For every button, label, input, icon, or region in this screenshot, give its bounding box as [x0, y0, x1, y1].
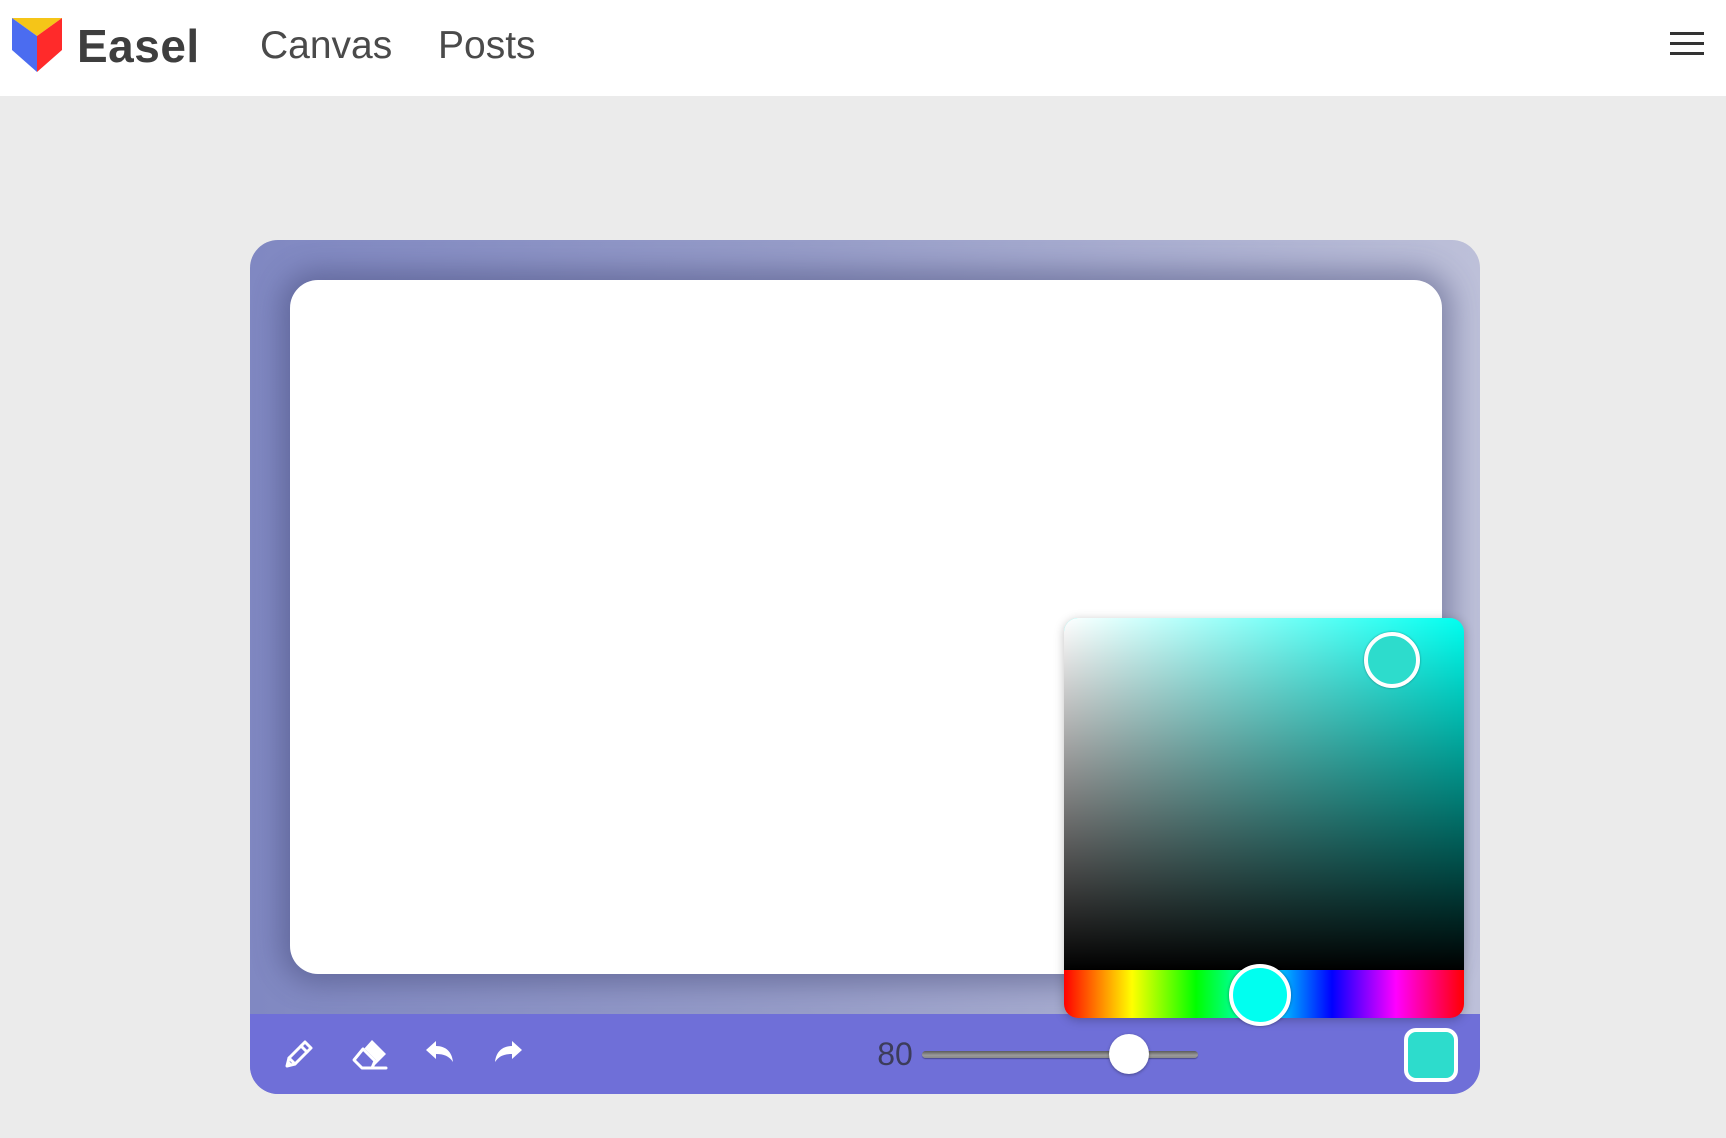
brush-size-value: 80: [877, 1036, 913, 1072]
brand-name[interactable]: Easel: [77, 18, 200, 74]
saturation-brightness-area[interactable]: [1064, 618, 1464, 970]
easel-logo-icon[interactable]: [10, 16, 64, 74]
brush-size-slider[interactable]: [922, 1034, 1198, 1074]
color-swatch-button[interactable]: [1404, 1028, 1458, 1082]
color-picker-popup: [1064, 618, 1464, 1018]
menu-bar-top: [1670, 32, 1704, 35]
brush-size-slider-track[interactable]: [922, 1051, 1198, 1058]
pencil-icon: [285, 1040, 313, 1068]
brush-size-slider-thumb[interactable]: [1109, 1034, 1149, 1074]
drawing-toolbar: 80: [250, 1014, 1480, 1094]
saturation-pointer[interactable]: [1364, 632, 1420, 689]
nav-link-canvas[interactable]: Canvas: [260, 20, 392, 72]
menu-bar-bottom: [1670, 52, 1704, 55]
hamburger-menu-icon[interactable]: [1670, 30, 1706, 58]
redo-button[interactable]: [488, 1034, 528, 1074]
eraser-tool-button[interactable]: [350, 1034, 390, 1074]
eraser-icon: [352, 1040, 388, 1070]
redo-icon: [495, 1041, 522, 1062]
top-navbar: Easel Canvas Posts: [0, 0, 1726, 96]
menu-bar-middle: [1670, 42, 1704, 45]
undo-icon: [426, 1041, 453, 1062]
nav-link-posts[interactable]: Posts: [438, 20, 536, 72]
undo-button[interactable]: [420, 1034, 460, 1074]
pencil-tool-button[interactable]: [279, 1034, 319, 1074]
hue-slider-pointer[interactable]: [1229, 964, 1291, 1026]
